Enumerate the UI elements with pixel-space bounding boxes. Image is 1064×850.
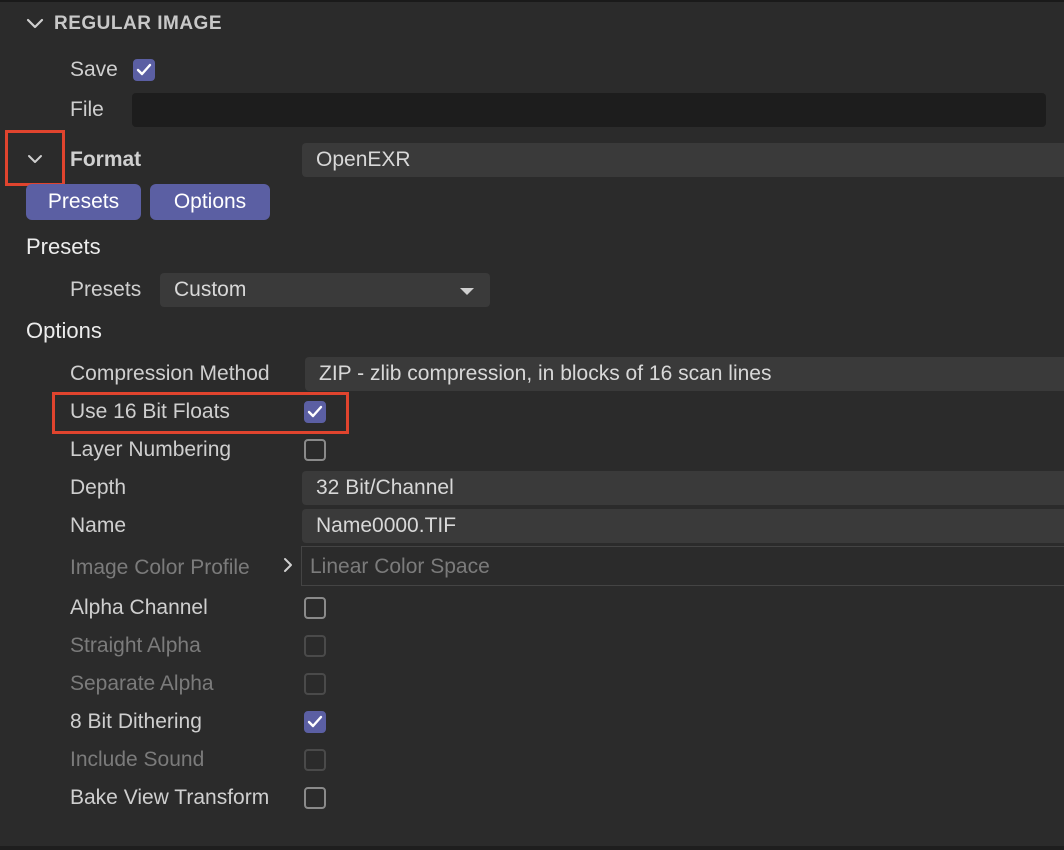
presets-heading: Presets [26, 234, 101, 259]
depth-select[interactable]: 32 Bit/Channel [302, 471, 1064, 505]
include-sound-checkbox [304, 749, 326, 771]
color-profile-label: Image Color Profile [70, 556, 250, 579]
save-checkbox[interactable] [133, 59, 155, 81]
separate-alpha-label: Separate Alpha [70, 672, 214, 695]
section-header[interactable]: REGULAR IMAGE [22, 8, 222, 40]
separate-alpha-checkbox [304, 673, 326, 695]
straight-alpha-checkbox [304, 635, 326, 657]
section-title: REGULAR IMAGE [54, 13, 222, 34]
checkmark-icon [136, 63, 152, 76]
presets-label: Presets [70, 278, 142, 301]
format-label: Format [70, 148, 142, 171]
checkmark-icon [307, 715, 323, 728]
dithering-checkbox[interactable] [304, 711, 326, 733]
chevron-down-icon[interactable] [22, 11, 48, 37]
name-input[interactable]: Name0000.TIF [302, 509, 1064, 543]
presets-dropdown[interactable]: Custom [160, 273, 490, 307]
triangle-down-icon [460, 288, 474, 295]
highlight-format-toggle [5, 130, 65, 186]
chevron-right-icon[interactable] [283, 554, 297, 576]
dithering-label: 8 Bit Dithering [70, 710, 202, 733]
color-profile-field: Linear Color Space [301, 546, 1064, 586]
straight-alpha-label: Straight Alpha [70, 634, 201, 657]
compression-label: Compression Method [70, 362, 270, 385]
alpha-channel-checkbox[interactable] [304, 597, 326, 619]
alpha-channel-label: Alpha Channel [70, 596, 208, 619]
save-label: Save [70, 58, 118, 81]
name-label: Name [70, 514, 127, 537]
format-select[interactable]: OpenEXR [302, 143, 1064, 177]
layer-numbering-checkbox[interactable] [304, 439, 326, 461]
bake-view-checkbox[interactable] [304, 787, 326, 809]
file-label: File [70, 98, 104, 121]
include-sound-label: Include Sound [70, 748, 205, 771]
layer-numbering-label: Layer Numbering [70, 438, 232, 461]
presets-dropdown-value: Custom [174, 278, 247, 301]
highlight-use16 [52, 392, 349, 434]
bake-view-label: Bake View Transform [70, 786, 270, 809]
depth-label: Depth [70, 476, 127, 499]
options-tab-button[interactable]: Options [150, 184, 270, 220]
file-input[interactable] [132, 93, 1046, 127]
compression-select[interactable]: ZIP - zlib compression, in blocks of 16 … [305, 357, 1064, 391]
top-divider [0, 0, 1064, 2]
presets-tab-button[interactable]: Presets [26, 184, 141, 220]
bottom-divider [0, 846, 1064, 850]
options-heading: Options [26, 318, 102, 343]
